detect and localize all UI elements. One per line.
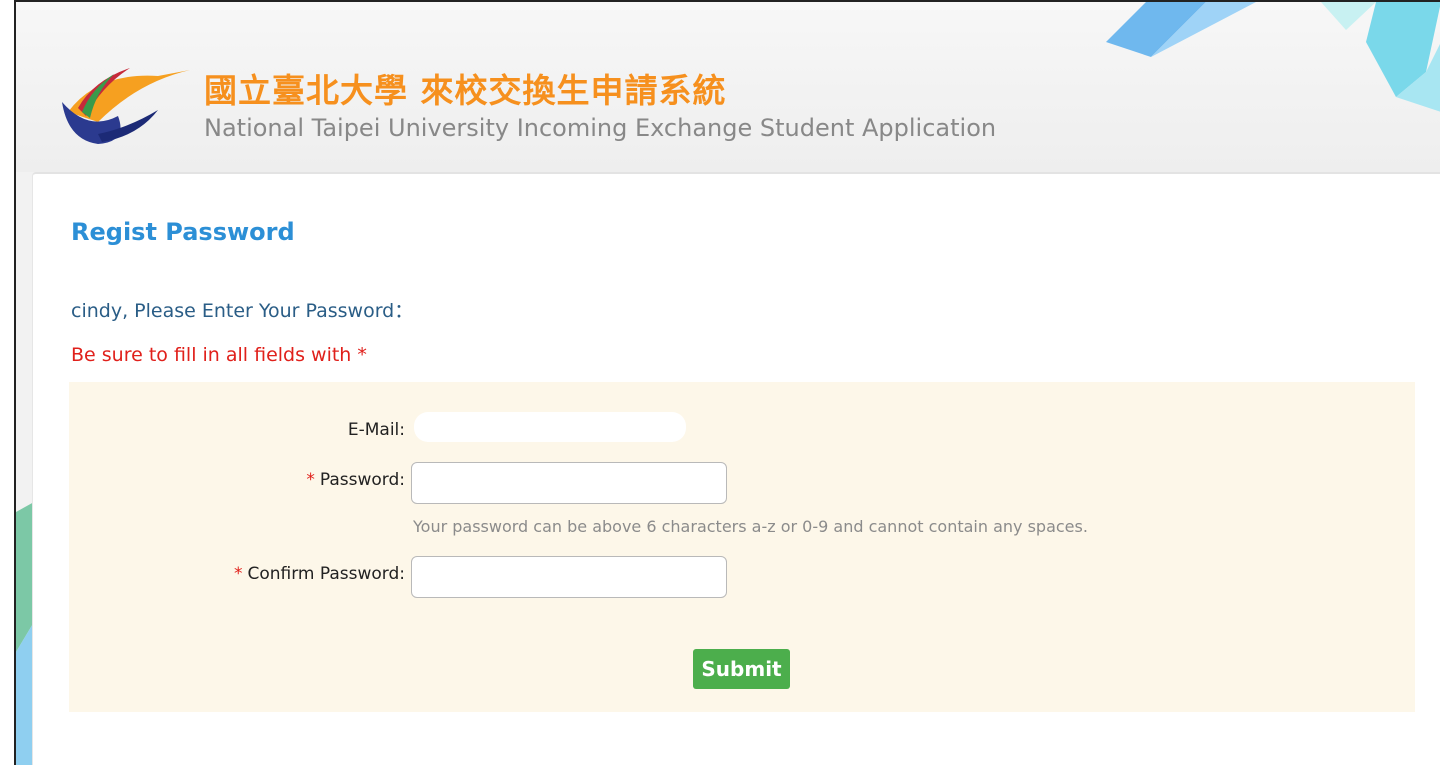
confirm-password-label-row: * Confirm Password: <box>234 564 405 584</box>
required-star: * <box>233 564 243 584</box>
main-content: Regist Password cindy, Please Enter Your… <box>32 172 1440 765</box>
password-label-row: * Password: <box>306 470 405 490</box>
submit-button[interactable]: Submit <box>693 649 790 689</box>
confirm-password-input[interactable] <box>411 556 727 598</box>
site-title-english: National Taipei University Incoming Exch… <box>204 114 997 142</box>
password-input[interactable] <box>411 462 727 504</box>
password-prompt: cindy, Please Enter Your Password： <box>71 300 414 322</box>
decorative-diamonds <box>1106 2 1440 112</box>
confirm-password-label: Confirm Password: <box>247 564 405 584</box>
site-header: 國立臺北大學 來校交換生申請系統 National Taipei Univers… <box>16 2 1440 172</box>
email-value <box>414 412 686 442</box>
password-label: Password: <box>319 470 405 490</box>
password-form: E-Mail: * Password: Your password can be … <box>69 382 1415 712</box>
site-title-chinese: 國立臺北大學 來校交換生申請系統 <box>204 71 727 110</box>
ntpu-logo-icon <box>62 68 190 144</box>
required-star: * <box>306 470 315 490</box>
app-window: 國立臺北大學 來校交換生申請系統 National Taipei Univers… <box>14 0 1440 765</box>
email-label: E-Mail: <box>347 420 405 440</box>
page-title: Regist Password <box>71 218 295 246</box>
password-hint: Your password can be above 6 characters … <box>413 517 1088 536</box>
required-fields-note: Be sure to fill in all fields with * <box>71 344 367 366</box>
